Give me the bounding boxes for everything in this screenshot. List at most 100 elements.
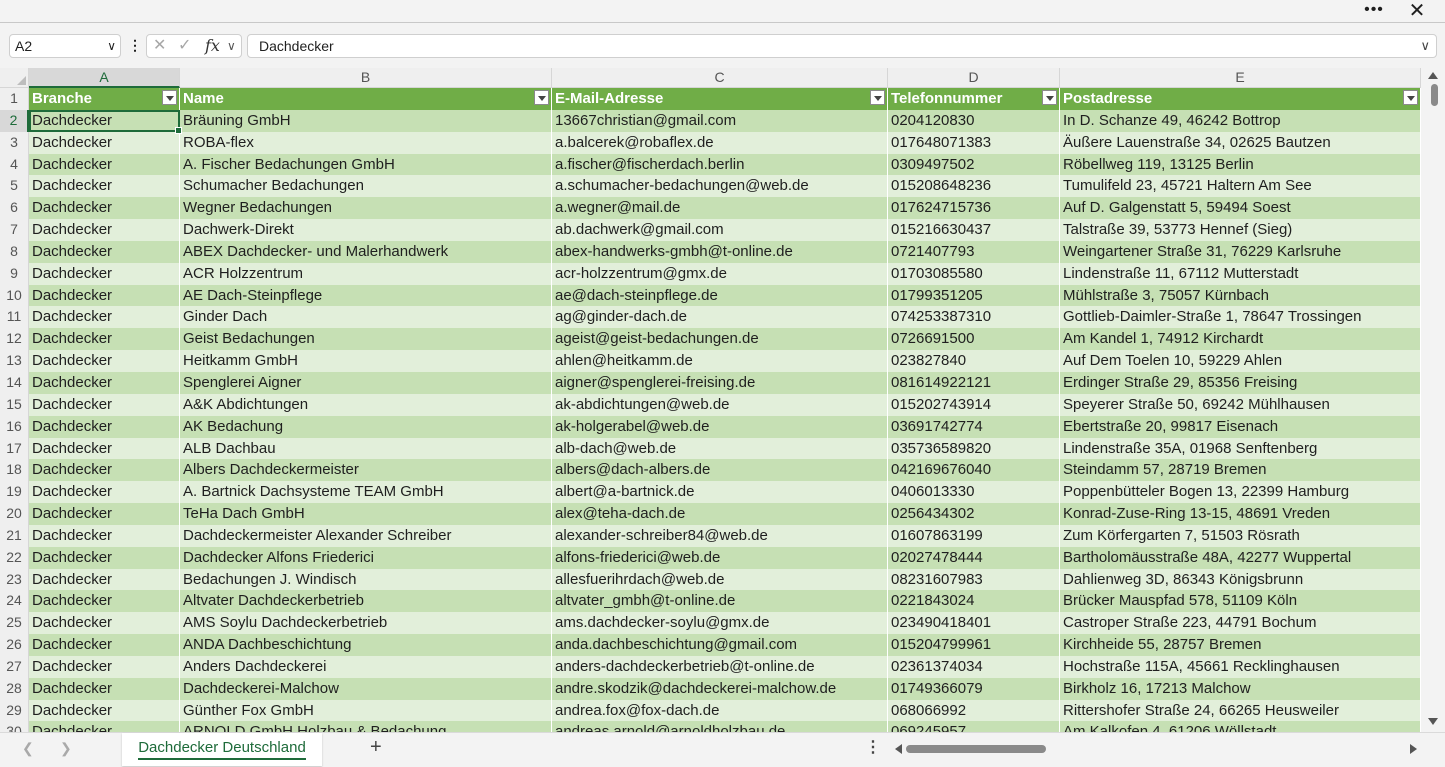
chevron-down-icon[interactable]: ∨ — [107, 35, 116, 57]
row-header[interactable]: 2 — [0, 109, 29, 132]
cell-postadresse[interactable]: Röbellweg 119, 13125 Berlin — [1060, 153, 1421, 176]
cell-postadresse[interactable]: In D. Schanze 49, 46242 Bottrop — [1060, 109, 1421, 132]
cell-branche[interactable]: Dachdecker — [29, 612, 180, 635]
cell-postadresse[interactable]: Zum Körfergarten 7, 51503 Rösrath — [1060, 524, 1421, 547]
column-header-e[interactable]: E — [1060, 68, 1421, 88]
cell-email[interactable]: a.balcerek@robaflex.de — [552, 131, 888, 154]
cell-telefon[interactable]: 068066992 — [888, 699, 1060, 722]
cell-postadresse[interactable]: Mühlstraße 3, 75057 Kürnbach — [1060, 284, 1421, 307]
cell-branche[interactable]: Dachdecker — [29, 262, 180, 285]
cell-telefon[interactable]: 069245957 — [888, 721, 1060, 732]
cell-telefon[interactable]: 01799351205 — [888, 284, 1060, 307]
row-header[interactable]: 7 — [0, 219, 29, 241]
header-cell-email[interactable]: E-Mail-Adresse — [552, 88, 888, 110]
cell-name[interactable]: Dachdecker Alfons Friederici — [180, 546, 552, 569]
cell-email[interactable]: anders-dachdeckerbetrieb@t-online.de — [552, 655, 888, 678]
cell-name[interactable]: Altvater Dachdeckerbetrieb — [180, 590, 552, 613]
row-header[interactable]: 13 — [0, 350, 29, 372]
row-header[interactable]: 18 — [0, 459, 29, 482]
cell-postadresse[interactable]: Am Kandel 1, 74912 Kirchardt — [1060, 328, 1421, 351]
cell-branche[interactable]: Dachdecker — [29, 481, 180, 504]
cell-telefon[interactable]: 017648071383 — [888, 131, 1060, 154]
select-all-button[interactable] — [0, 68, 29, 88]
cell-telefon[interactable]: 01607863199 — [888, 524, 1060, 547]
cell-branche[interactable]: Dachdecker — [29, 197, 180, 220]
cell-postadresse[interactable]: Kirchheide 55, 28757 Bremen — [1060, 634, 1421, 656]
cell-postadresse[interactable]: Talstraße 39, 53773 Hennef (Sieg) — [1060, 219, 1421, 241]
chevron-left-icon[interactable]: ❮ — [22, 740, 34, 757]
cell-name[interactable]: ACR Holzzentrum — [180, 262, 552, 285]
cell-telefon[interactable]: 0221843024 — [888, 590, 1060, 613]
cell-name[interactable]: Bräuning GmbH — [180, 109, 552, 132]
cell-email[interactable]: aigner@spenglerei-freising.de — [552, 371, 888, 394]
cell-telefon[interactable]: 03691742774 — [888, 415, 1060, 438]
column-header-b[interactable]: B — [180, 68, 552, 88]
cell-email[interactable]: a.schumacher-bedachungen@web.de — [552, 175, 888, 198]
cell-name[interactable]: Albers Dachdeckermeister — [180, 459, 552, 482]
cell-telefon[interactable]: 0204120830 — [888, 109, 1060, 132]
row-header[interactable]: 4 — [0, 153, 29, 176]
cell-name[interactable]: ROBA-flex — [180, 131, 552, 154]
cell-telefon[interactable]: 02361374034 — [888, 655, 1060, 678]
vertical-scrollbar[interactable] — [1425, 68, 1443, 732]
cell-telefon[interactable]: 02027478444 — [888, 546, 1060, 569]
row-header[interactable]: 15 — [0, 393, 29, 416]
cell-email[interactable]: ak-abdichtungen@web.de — [552, 393, 888, 416]
cell-email[interactable]: allesfuerihrdach@web.de — [552, 568, 888, 591]
cell-branche[interactable]: Dachdecker — [29, 524, 180, 547]
row-header[interactable]: 19 — [0, 481, 29, 504]
cell-name[interactable]: Dachdeckermeister Alexander Schreiber — [180, 524, 552, 547]
cell-name[interactable]: A. Fischer Bedachungen GmbH — [180, 153, 552, 176]
row-header[interactable]: 20 — [0, 503, 29, 525]
row-header[interactable]: 24 — [0, 590, 29, 613]
cell-telefon[interactable]: 01703085580 — [888, 262, 1060, 285]
cell-name[interactable]: A&K Abdichtungen — [180, 393, 552, 416]
more-options-button[interactable]: ••• — [1360, 0, 1388, 22]
filter-dropdown-icon[interactable] — [1042, 90, 1057, 105]
cell-email[interactable]: abex-handwerks-gmbh@t-online.de — [552, 240, 888, 263]
cell-telefon[interactable]: 08231607983 — [888, 568, 1060, 591]
cell-postadresse[interactable]: Lindenstraße 35A, 01968 Senftenberg — [1060, 437, 1421, 460]
column-header-c[interactable]: C — [552, 68, 888, 88]
row-header[interactable]: 6 — [0, 197, 29, 220]
cell-name[interactable]: Schumacher Bedachungen — [180, 175, 552, 198]
formula-bar-options-icon[interactable]: ⋮ — [128, 34, 142, 58]
cell-name[interactable]: Ginder Dach — [180, 306, 552, 329]
cell-telefon[interactable]: 035736589820 — [888, 437, 1060, 460]
cell-postadresse[interactable]: Birkholz 16, 17213 Malchow — [1060, 677, 1421, 700]
row-header[interactable]: 3 — [0, 131, 29, 154]
cell-email[interactable]: altvater_gmbh@t-online.de — [552, 590, 888, 613]
cell-telefon[interactable]: 074253387310 — [888, 306, 1060, 329]
cell-branche[interactable]: Dachdecker — [29, 677, 180, 700]
cell-postadresse[interactable]: Konrad-Zuse-Ring 13-15, 48691 Vreden — [1060, 503, 1421, 525]
cell-postadresse[interactable]: Lindenstraße 11, 67112 Mutterstadt — [1060, 262, 1421, 285]
cell-name[interactable]: ALB Dachbau — [180, 437, 552, 460]
cell-postadresse[interactable]: Äußere Lauenstraße 34, 02625 Bautzen — [1060, 131, 1421, 154]
cell-name[interactable]: ARNOLD GmbH Holzbau & Bedachung — [180, 721, 552, 732]
cell-telefon[interactable]: 081614922121 — [888, 371, 1060, 394]
chevron-down-icon[interactable]: ∨ — [227, 35, 236, 57]
cell-branche[interactable]: Dachdecker — [29, 328, 180, 351]
cell-email[interactable]: andre.skodzik@dachdeckerei-malchow.de — [552, 677, 888, 700]
cell-telefon[interactable]: 015202743914 — [888, 393, 1060, 416]
cell-branche[interactable]: Dachdecker — [29, 655, 180, 678]
row-header[interactable]: 12 — [0, 328, 29, 351]
cell-branche[interactable]: Dachdecker — [29, 721, 180, 732]
cell-telefon[interactable]: 042169676040 — [888, 459, 1060, 482]
cell-postadresse[interactable]: Erdinger Straße 29, 85356 Freising — [1060, 371, 1421, 394]
cell-telefon[interactable]: 017624715736 — [888, 197, 1060, 220]
row-header[interactable]: 8 — [0, 240, 29, 263]
cell-postadresse[interactable]: Rittershofer Straße 24, 66265 Heusweiler — [1060, 699, 1421, 722]
cell-email[interactable]: ageist@geist-bedachungen.de — [552, 328, 888, 351]
sheet-tab-dachdecker-deutschland[interactable]: Dachdecker Deutschland — [122, 733, 322, 766]
scroll-down-icon[interactable] — [1428, 718, 1438, 725]
cell-branche[interactable]: Dachdecker — [29, 284, 180, 307]
name-box[interactable]: A2 ∨ — [9, 34, 121, 58]
cell-branche[interactable]: Dachdecker — [29, 437, 180, 460]
cell-branche[interactable]: Dachdecker — [29, 153, 180, 176]
cell-postadresse[interactable]: Ebertstraße 20, 99817 Eisenach — [1060, 415, 1421, 438]
cell-branche[interactable]: Dachdecker — [29, 699, 180, 722]
cell-branche[interactable]: Dachdecker — [29, 350, 180, 372]
filter-dropdown-icon[interactable] — [534, 90, 549, 105]
cell-name[interactable]: A. Bartnick Dachsysteme TEAM GmbH — [180, 481, 552, 504]
